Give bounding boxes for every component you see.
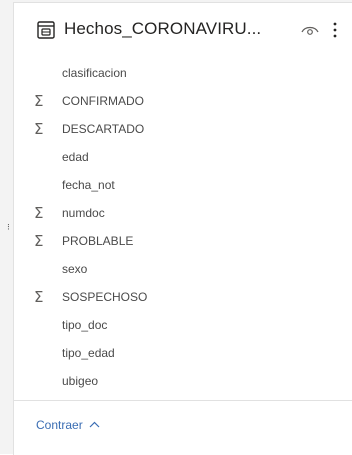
field-item-fecha-not[interactable]: fecha_not [14,173,352,201]
table-title: Hechos_CORONAVIRU... [64,19,262,38]
sigma-icon: Σ [34,120,44,138]
field-item-edad[interactable]: edad [14,145,352,173]
field-item-numdoc[interactable]: Σ numdoc [14,201,352,229]
field-item-sexo[interactable]: sexo [14,257,352,285]
table-header[interactable]: Hechos_CORONAVIRU... [14,17,352,47]
field-label: numdoc [62,206,105,220]
field-label: sexo [62,262,88,276]
field-label: ubigeo [62,374,99,388]
divider [14,400,352,401]
field-item-ubigeo[interactable]: ubigeo [14,369,352,397]
collapse-button[interactable]: Contraer [36,418,100,432]
field-label: tipo_doc [62,318,108,332]
field-item-sospechoso[interactable]: Σ SOSPECHOSO [14,285,352,313]
app-frame: ⁝ Hechos_CORONAVIRU... clasificacion Σ C… [0,0,352,455]
sigma-icon: Σ [34,232,44,250]
more-options-icon[interactable] [330,20,340,40]
field-label: PROBLABLE [62,234,134,248]
field-item-descartado[interactable]: Σ DESCARTADO [14,117,352,145]
eye-icon[interactable] [301,23,319,37]
fields-pane: Hechos_CORONAVIRU... clasificacion Σ CON… [13,2,352,455]
field-label: CONFIRMADO [62,94,144,108]
sigma-icon: Σ [34,288,44,306]
field-label: tipo_edad [62,346,115,360]
field-label: SOSPECHOSO [62,290,148,304]
field-item-confirmado[interactable]: Σ CONFIRMADO [14,89,352,117]
sigma-icon: Σ [34,92,44,110]
chevron-up-icon [89,421,100,428]
field-label: fecha_not [62,178,115,192]
collapse-label: Contraer [36,418,83,432]
field-label: DESCARTADO [62,122,145,136]
field-item-tipo-edad[interactable]: tipo_edad [14,341,352,369]
sigma-icon: Σ [34,204,44,222]
field-item-tipo-doc[interactable]: tipo_doc [14,313,352,341]
table-icon [37,21,55,39]
field-item-problable[interactable]: Σ PROBLABLE [14,229,352,257]
field-label: clasificacion [62,66,127,80]
field-list: clasificacion Σ CONFIRMADO Σ DESCARTADO … [14,61,352,397]
resize-handle-icon[interactable]: ⁝ [7,222,10,233]
field-item-clasificacion[interactable]: clasificacion [14,61,352,89]
field-label: edad [62,150,89,164]
